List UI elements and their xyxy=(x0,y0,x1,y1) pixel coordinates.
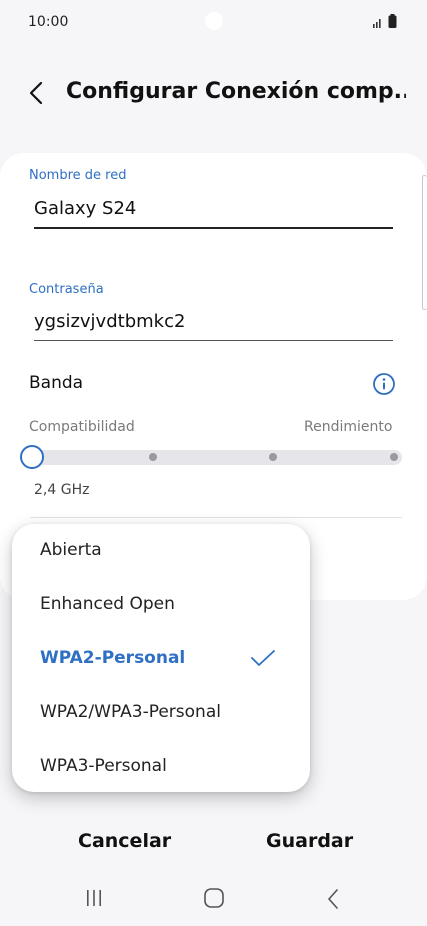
menu-item-open[interactable]: Abierta xyxy=(40,540,290,570)
password-underline xyxy=(34,340,393,341)
status-bar: 10:00 xyxy=(0,0,427,46)
nav-back-icon[interactable] xyxy=(326,888,340,910)
band-slider-thumb[interactable] xyxy=(20,445,44,469)
network-name-underline xyxy=(34,227,393,229)
band-slider-track[interactable] xyxy=(30,450,402,465)
bottom-actions: Cancelar Guardar xyxy=(0,820,427,864)
navigation-bar xyxy=(0,876,427,926)
scrollbar[interactable] xyxy=(422,175,427,310)
band-performance-label: Rendimiento xyxy=(304,419,393,435)
nav-recent-icon[interactable] xyxy=(84,888,104,908)
back-icon[interactable] xyxy=(26,80,48,106)
password-label: Contraseña xyxy=(29,282,104,297)
status-time: 10:00 xyxy=(28,14,69,30)
info-icon[interactable] xyxy=(372,372,396,396)
save-button[interactable]: Guardar xyxy=(266,830,353,852)
header: Configurar Conexión comp... xyxy=(0,70,427,120)
network-name-label: Nombre de red xyxy=(29,168,127,183)
band-slider-tick xyxy=(149,453,157,461)
menu-item-wpa3-personal[interactable]: WPA3-Personal xyxy=(40,756,290,786)
page-title: Configurar Conexión comp... xyxy=(66,79,406,104)
battery-icon xyxy=(388,14,397,28)
network-name-input[interactable]: Galaxy S24 xyxy=(34,198,136,219)
band-value: 2,4 GHz xyxy=(34,482,90,498)
signal-icon xyxy=(373,19,381,28)
band-title: Banda xyxy=(29,373,84,393)
nav-home-icon[interactable] xyxy=(203,887,225,909)
cancel-button[interactable]: Cancelar xyxy=(78,830,171,852)
band-compatibility-label: Compatibilidad xyxy=(29,419,135,435)
camera-cutout xyxy=(205,12,223,30)
menu-item-enhanced-open[interactable]: Enhanced Open xyxy=(40,594,290,624)
band-slider-tick xyxy=(269,453,277,461)
check-icon xyxy=(251,650,275,666)
card-divider xyxy=(30,517,402,518)
menu-item-wpa2-wpa3-personal[interactable]: WPA2/WPA3-Personal xyxy=(40,702,290,732)
password-input[interactable]: ygsizvjvdtbmkc2 xyxy=(34,311,185,332)
band-slider-tick xyxy=(390,453,398,461)
